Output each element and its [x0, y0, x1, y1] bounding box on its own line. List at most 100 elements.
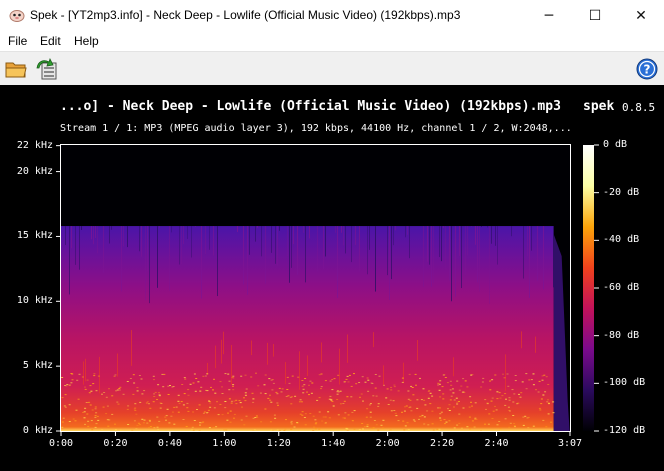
spectral-speckle — [407, 429, 410, 431]
spectral-speckle — [318, 397, 321, 399]
spectral-speckle — [508, 399, 511, 401]
spectral-speckle — [280, 391, 283, 393]
spectral-speckle — [369, 411, 372, 413]
spectral-speckle — [358, 429, 361, 430]
spectral-speckle — [303, 417, 306, 418]
save-button[interactable] — [34, 56, 60, 82]
spectral-speckle — [342, 403, 345, 404]
spectral-speckle — [337, 414, 340, 416]
spectral-speckle — [343, 417, 346, 419]
close-icon: ✕ — [635, 7, 647, 24]
color-bar-tick-label: -120 dB — [603, 425, 646, 436]
spectral-speckle — [521, 381, 524, 383]
spectral-speckle — [541, 379, 544, 381]
spectral-speckle — [264, 408, 267, 410]
spectral-speckle — [318, 374, 321, 376]
spectral-speckle — [440, 411, 443, 413]
spectral-stripe — [99, 356, 100, 394]
spectral-speckle — [118, 388, 121, 389]
spectral-speckle — [453, 399, 456, 401]
spectral-speckle — [208, 427, 211, 429]
spectral-speckle — [366, 408, 369, 410]
spectral-speckle — [244, 400, 247, 402]
spectral-speckle — [547, 402, 550, 404]
menu-help[interactable]: Help — [74, 34, 99, 48]
spectral-speckle — [117, 403, 120, 405]
spectral-speckle — [410, 385, 413, 387]
spectral-speckle — [186, 407, 189, 409]
spectral-speckle — [141, 393, 144, 395]
spectral-speckle — [152, 401, 155, 403]
spectral-speckle — [149, 426, 152, 428]
spectral-speckle — [431, 423, 434, 425]
spectral-speckle — [191, 428, 194, 430]
spectral-speckle — [95, 412, 98, 414]
color-bar — [583, 145, 594, 431]
spectral-speckle — [449, 399, 452, 401]
spectral-speckle — [322, 416, 325, 418]
spectral-stripe — [527, 226, 528, 257]
spectral-speckle — [369, 403, 372, 405]
spectral-stripe — [285, 362, 286, 385]
spectral-speckle — [524, 415, 527, 417]
spectral-speckle — [321, 420, 324, 422]
spectral-speckle — [206, 390, 209, 392]
spectral-speckle — [233, 413, 236, 415]
y-tick-label: 10 kHz — [16, 295, 53, 307]
close-button[interactable]: ✕ — [618, 0, 664, 31]
spectral-speckle — [484, 423, 486, 425]
spectral-stripe — [171, 226, 172, 233]
spectral-speckle — [308, 384, 310, 386]
spectral-speckle — [416, 399, 419, 401]
menu-edit[interactable]: Edit — [40, 34, 61, 48]
spectral-speckle — [518, 393, 520, 395]
spectral-speckle — [509, 410, 511, 412]
maximize-button[interactable]: ☐ — [572, 0, 618, 31]
spectral-speckle — [198, 404, 201, 406]
spectral-speckle — [320, 388, 322, 390]
spectral-speckle — [318, 428, 321, 430]
spectral-stripe — [343, 226, 344, 246]
x-tick-label: 2:40 — [484, 438, 509, 449]
spectral-speckle — [539, 409, 542, 411]
spectral-speckle — [290, 421, 293, 423]
spectral-speckle — [122, 393, 125, 395]
spectral-speckle — [102, 406, 105, 408]
spectral-speckle — [351, 411, 354, 413]
spectral-speckle — [107, 425, 110, 427]
spectral-speckle — [192, 382, 195, 384]
spectral-speckle — [94, 408, 97, 410]
spectral-stripe — [121, 226, 122, 292]
spectral-speckle — [330, 398, 333, 400]
spectral-speckle — [462, 407, 465, 409]
spectral-speckle — [119, 429, 122, 431]
color-bar-tick-label: -100 dB — [603, 377, 646, 389]
spectral-speckle — [293, 426, 296, 428]
spectral-speckle — [269, 394, 271, 396]
help-icon: ? — [636, 58, 658, 80]
spectral-speckle — [522, 424, 525, 426]
spectral-speckle — [255, 415, 258, 417]
open-button[interactable] — [3, 56, 29, 82]
spectral-speckle — [221, 393, 224, 394]
minimize-button[interactable]: ─ — [526, 0, 572, 31]
spectral-speckle — [491, 418, 494, 419]
spectral-stripe — [477, 226, 478, 283]
spectral-speckle — [346, 396, 349, 398]
spectral-speckle — [423, 423, 426, 425]
spectral-speckle — [343, 400, 346, 402]
spectral-speckle — [514, 375, 517, 376]
menu-file[interactable]: File — [8, 34, 27, 48]
spectral-speckle — [281, 388, 284, 390]
spectral-speckle — [377, 405, 380, 407]
spectral-speckle — [194, 390, 197, 392]
spectral-speckle — [304, 378, 307, 379]
x-tick-label: 0:40 — [157, 438, 182, 449]
spectral-speckle — [240, 375, 243, 377]
spectral-speckle — [224, 407, 227, 409]
help-button[interactable]: ? — [634, 56, 660, 82]
spectral-speckle — [344, 412, 347, 414]
spectral-speckle — [538, 380, 541, 382]
spectral-speckle — [331, 389, 334, 391]
spectral-speckle — [140, 378, 143, 380]
